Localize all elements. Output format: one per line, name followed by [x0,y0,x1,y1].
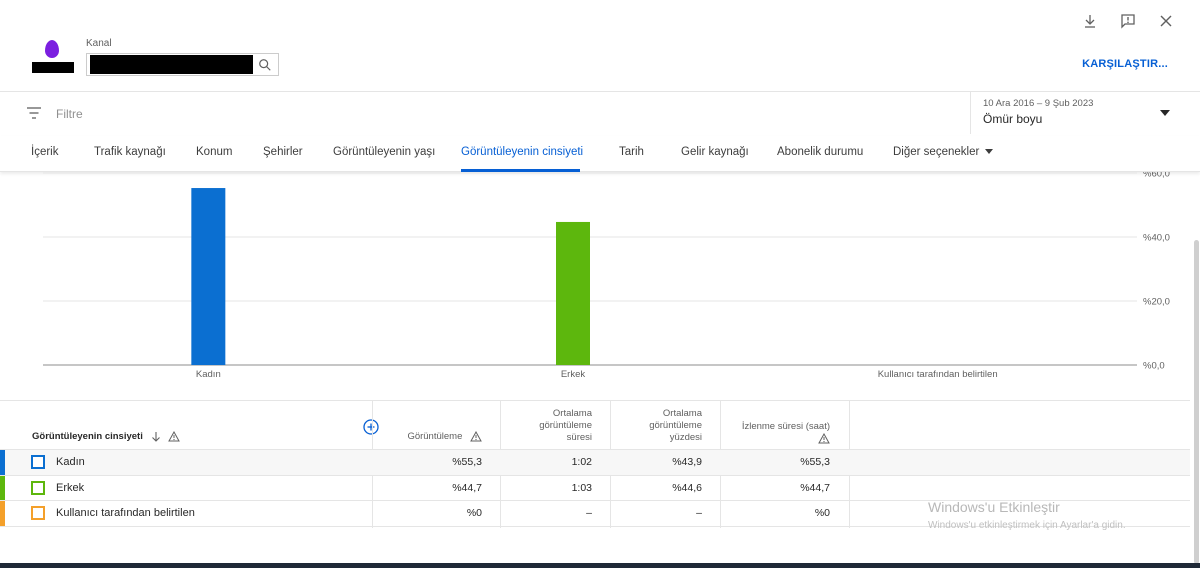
x-category-label: Kullanıcı tarafından belirtilen [878,369,998,380]
row-checkbox[interactable] [31,480,45,495]
row-label: Erkek [56,481,85,494]
caret-down-icon [985,149,994,155]
close-icon[interactable] [1158,13,1174,29]
channel-search-input[interactable] [86,53,279,76]
channel-label: Kanal [86,38,112,49]
column-header-avg-duration[interactable]: Ortalama görüntüleme süresi [512,408,592,444]
row-label: Kadın [56,456,85,468]
row-label: Kullanıcı tarafından belirtilen [56,507,195,519]
activation-watermark-subtitle: Windows'u etkinleştirmek için Ayarlar'a … [928,520,1126,531]
tab-location[interactable]: Konum [196,146,232,158]
cell-avg-duration: – [586,507,592,519]
y-tick-label: %0,0 [1143,361,1165,372]
y-tick-label: %20,0 [1143,297,1170,308]
activation-watermark-title: Windows'u Etkinleştir [928,499,1060,515]
tab-content[interactable]: İçerik [31,146,58,158]
search-icon[interactable] [258,58,272,72]
column-header-gender[interactable]: Görüntüleyenin cinsiyeti [32,430,180,443]
filter-input[interactable]: Filtre [56,107,83,121]
taskbar-strip [0,563,1200,568]
y-tick-label: %60,0 [1143,172,1170,180]
warning-icon [168,430,180,442]
cell-views: %0 [466,507,482,519]
redacted-channel-name [32,62,74,73]
column-header-views[interactable]: Görüntüleme [407,430,482,443]
redacted-channel-input [90,55,253,74]
table-header: Görüntüleyenin cinsiyeti Görüntüleme Ort… [0,400,1190,528]
sort-down-icon[interactable] [151,431,161,442]
cell-avg-percent: %43,9 [672,456,702,468]
bar-male [556,221,590,365]
column-header-views-label: Görüntüleme [407,431,463,442]
table-row[interactable]: Erkek %44,7 1:03 %44,6 %44,7 [0,475,1190,501]
scrollbar-thumb[interactable] [1194,240,1199,564]
column-header-watch-time[interactable]: İzlenme süresi (saat) [730,421,830,445]
channel-avatar [32,40,74,74]
add-column-icon[interactable] [363,419,379,435]
row-color-strip [0,475,5,500]
date-range-text[interactable]: 10 Ara 2016 – 9 Şub 2023 [983,98,1093,109]
date-period-select[interactable]: Ömür boyu [983,112,1042,126]
tab-cities[interactable]: Şehirler [263,146,303,158]
tab-revenue-source[interactable]: Gelir kaynağı [681,146,749,158]
cell-watch-time: %55,3 [800,456,830,468]
row-color-strip [0,450,5,475]
cell-avg-duration: 1:03 [571,481,592,494]
column-header-avg-percent[interactable]: Ortalama görüntüleme yüzdesi [622,408,702,444]
chevron-down-icon[interactable] [1160,110,1170,116]
x-category-label: Kadın [196,369,221,380]
feedback-icon[interactable] [1120,13,1136,29]
table-row[interactable]: Kadın %55,3 1:02 %43,9 %55,3 [0,450,1190,476]
x-category-label: Erkek [561,369,586,380]
y-tick-label: %40,0 [1143,233,1170,244]
cell-avg-duration: 1:02 [571,456,592,468]
tab-viewer-gender[interactable]: Görüntüleyenin cinsiyeti [461,146,583,158]
divider [970,92,971,134]
compare-button[interactable]: KARŞILAŞTIR... [1082,58,1168,70]
cell-views: %55,3 [452,456,482,468]
bar-female [191,188,226,365]
column-header-watch-time-label: İzlenme süresi (saat) [741,421,830,432]
dimension-tabs: İçerik Trafik kaynağı Konum Şehirler Gör… [0,136,1200,172]
cell-avg-percent: %44,6 [672,481,702,494]
channel-avatar-egg [45,40,59,58]
row-checkbox[interactable] [31,455,45,469]
tab-traffic-source[interactable]: Trafik kaynağı [94,146,166,158]
download-icon[interactable] [1082,13,1098,29]
window-controls [1082,13,1174,29]
chart-canvas: %0,0 %20,0 %40,0 %60,0 Kadın Erkek Kullanıcı t… [43,172,1170,380]
tab-subscription-status[interactable]: Abonelik durumu [777,146,863,158]
column-header-gender-label: Görüntüleyenin cinsiyeti [32,431,143,442]
tab-more-options-label: Diğer seçenekler [893,146,980,158]
gender-bar-chart: %0,0 %20,0 %40,0 %60,0 Kadın Erkek Kullanıcı t… [0,172,1200,392]
filter-icon[interactable] [26,106,42,120]
tab-date[interactable]: Tarih [619,146,644,158]
cell-views: %44,7 [452,481,482,494]
row-color-strip [0,501,5,526]
tab-more-options[interactable]: Diğer seçenekler [893,146,994,158]
analytics-modal: Kanal KARŞILAŞTIR... Filtre 10 Ara 2016 … [0,0,1200,568]
divider [0,91,1200,92]
warning-icon [470,430,482,442]
tab-viewer-age[interactable]: Görüntüleyenin yaşı [333,146,435,158]
warning-icon [818,433,830,444]
cell-watch-time: %44,7 [800,481,830,494]
cell-avg-percent: – [696,507,702,519]
row-checkbox[interactable] [31,506,45,520]
cell-watch-time: %0 [814,507,830,519]
